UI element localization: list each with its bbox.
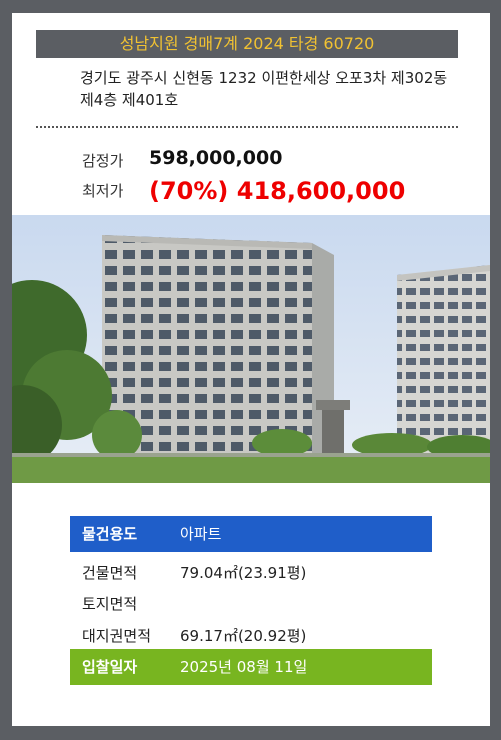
bid-date-row: 입찰일자 2025년 08월 11일: [70, 649, 432, 685]
bid-date-value: 2025년 08월 11일: [180, 658, 308, 676]
land-area-label: 토지면적: [82, 595, 138, 613]
appraisal-label: 감정가: [82, 152, 124, 170]
property-address: 경기도 광주시 신현동 1232 이편한세상 오포3차 제302동 제4층 제4…: [80, 69, 448, 109]
usage-label: 물건용도: [82, 525, 138, 543]
usage-value: 아파트: [180, 525, 222, 543]
dotted-divider: [36, 126, 458, 128]
apartment-building-photo: [12, 215, 490, 483]
usage-row: 물건용도 아파트: [70, 516, 432, 552]
land-area-row: 토지면적: [70, 586, 432, 622]
minimum-price-label: 최저가: [82, 182, 124, 200]
listing-card: 성남지원 경매7계 2024 타경 60720 경기도 광주시 신현동 1232…: [12, 13, 490, 726]
appraisal-value: 598,000,000: [149, 147, 283, 169]
court-case-header: 성남지원 경매7계 2024 타경 60720: [36, 30, 458, 58]
minimum-price-value: (70%) 418,600,000: [149, 177, 406, 205]
bid-date-label: 입찰일자: [82, 658, 138, 676]
